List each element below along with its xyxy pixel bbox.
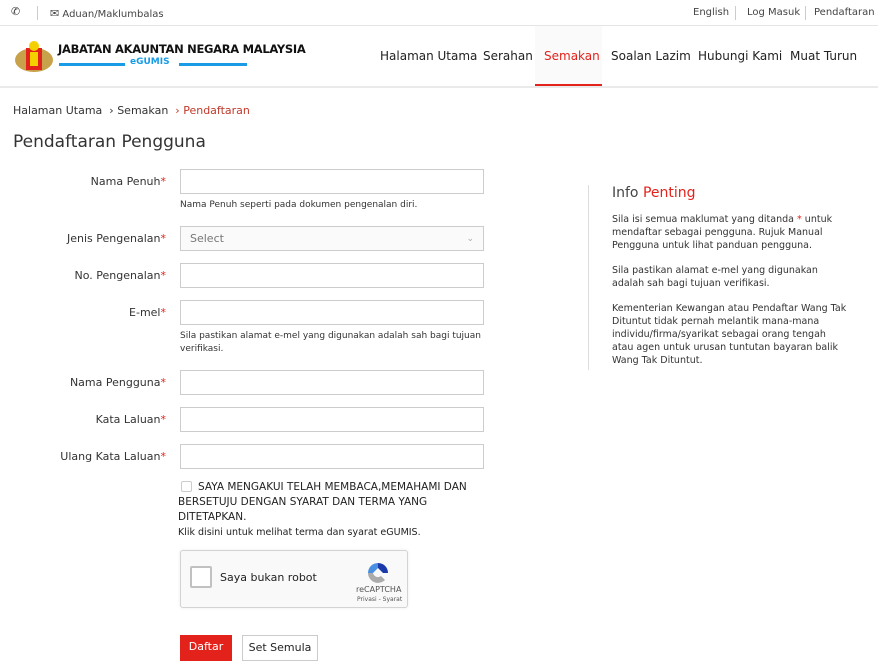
- info-paragraph: Sila pastikan alamat e-mel yang digunaka…: [612, 265, 818, 289]
- id-type-select[interactable]: Select ⌄: [180, 226, 484, 251]
- password-label: Kata Laluan*: [95, 413, 166, 426]
- nav-serahan[interactable]: Serahan: [474, 26, 542, 86]
- logo[interactable]: JABATAN AKAUNTAN NEGARA MALAYSIA eGUMIS: [13, 40, 306, 76]
- username-label: Nama Pengguna*: [69, 376, 166, 389]
- terms-link[interactable]: Klik disini untuk melihat terma dan syar…: [178, 527, 421, 538]
- coat-of-arms-icon: [15, 41, 53, 72]
- info-panel: Info Penting Sila isi semua maklumat yan…: [588, 185, 848, 370]
- email-label: E-mel*: [129, 306, 166, 319]
- agree-label: SAYA MENGAKUI TELAH MEMBACA,MEMAHAMI DAN…: [178, 481, 467, 523]
- recaptcha-links[interactable]: Privasi - Syarat: [357, 596, 402, 603]
- feedback-link[interactable]: ✉ Aduan/Maklumbalas: [50, 7, 164, 20]
- breadcrumb: Halaman Utama › Semakan › Pendaftaran: [13, 104, 250, 117]
- nav-muat-turun[interactable]: Muat Turun: [781, 26, 866, 86]
- nav-halaman-utama[interactable]: Halaman Utama: [371, 26, 486, 86]
- register-link[interactable]: Pendaftaran: [814, 7, 875, 18]
- info-paragraph: Kementerian Kewangan atau Pendaftar Wang…: [612, 303, 847, 366]
- recaptcha-label: Saya bukan robot: [220, 571, 317, 584]
- english-link[interactable]: English: [693, 7, 729, 18]
- nav-semakan[interactable]: Semakan: [535, 26, 602, 86]
- full-name-help: Nama Penuh seperti pada dokumen pengenal…: [180, 200, 418, 210]
- nav-soalan-lazim[interactable]: Soalan Lazim: [602, 26, 700, 86]
- chevron-right-icon: ›: [105, 104, 114, 117]
- logo-title: JABATAN AKAUNTAN NEGARA MALAYSIA: [58, 42, 306, 56]
- login-link[interactable]: Log Masuk: [747, 7, 800, 18]
- email-input[interactable]: [180, 300, 484, 325]
- confirm-password-label: Ulang Kata Laluan*: [60, 450, 166, 463]
- top-bar: ✆ ✉ Aduan/Maklumbalas English Log Masuk …: [0, 0, 878, 26]
- feedback-label: Aduan/Maklumbalas: [62, 9, 164, 20]
- id-no-label: No. Pengenalan*: [74, 269, 166, 282]
- nav-hubungi-kami[interactable]: Hubungi Kami: [689, 26, 791, 86]
- divider: [805, 6, 806, 20]
- chevron-right-icon: ›: [171, 104, 180, 117]
- logo-sub: eGUMIS: [130, 57, 170, 67]
- divider: [37, 6, 38, 20]
- reset-button[interactable]: Set Semula: [242, 635, 318, 661]
- full-name-label: Nama Penuh*: [90, 175, 166, 188]
- divider: [735, 6, 736, 20]
- info-paragraph: Sila isi semua maklumat yang ditanda * u…: [612, 214, 833, 251]
- header: JABATAN AKAUNTAN NEGARA MALAYSIA eGUMIS …: [0, 26, 878, 88]
- logo-line: [179, 63, 247, 66]
- username-input[interactable]: [180, 370, 484, 395]
- page-title: Pendaftaran Pengguna: [13, 132, 206, 152]
- recaptcha-brand: reCAPTCHA: [356, 585, 402, 594]
- phone-icon[interactable]: ✆: [11, 5, 20, 18]
- breadcrumb-current: Pendaftaran: [183, 104, 250, 117]
- logo-line: [59, 63, 125, 66]
- info-title: Info Penting: [612, 185, 696, 201]
- breadcrumb-semakan[interactable]: Semakan: [117, 104, 168, 117]
- id-no-input[interactable]: [180, 263, 484, 288]
- mail-icon: ✉: [50, 7, 60, 20]
- recaptcha-checkbox[interactable]: [190, 566, 212, 588]
- recaptcha-icon: [368, 563, 388, 583]
- password-input[interactable]: [180, 407, 484, 432]
- recaptcha-widget: Saya bukan robot reCAPTCHA Privasi - Sya…: [180, 550, 408, 608]
- submit-button[interactable]: Daftar: [180, 635, 232, 661]
- email-help: Sila pastikan alamat e-mel yang digunaka…: [180, 331, 481, 354]
- full-name-input[interactable]: [180, 169, 484, 194]
- breadcrumb-home[interactable]: Halaman Utama: [13, 104, 102, 117]
- id-type-value: Select: [190, 232, 224, 245]
- confirm-password-input[interactable]: [180, 444, 484, 469]
- id-type-label: Jenis Pengenalan*: [67, 232, 166, 245]
- chevron-down-icon: ⌄: [466, 233, 474, 244]
